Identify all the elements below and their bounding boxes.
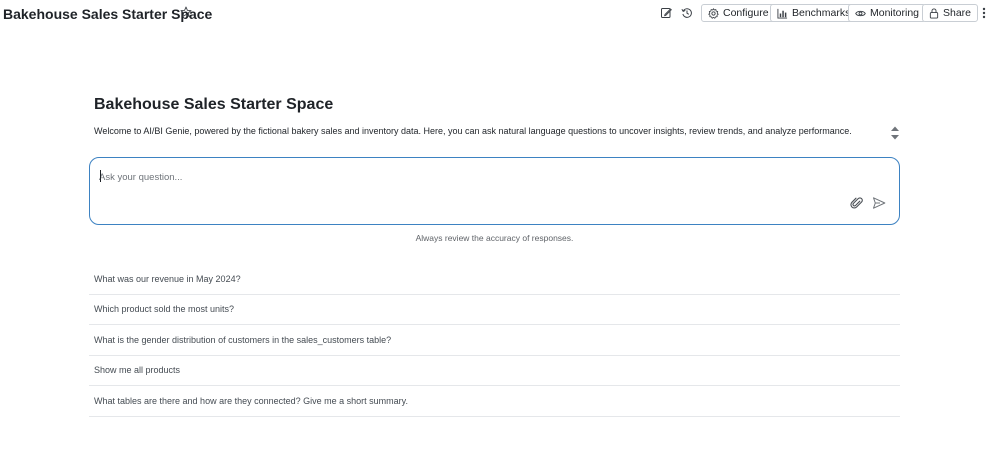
accuracy-disclaimer: Always review the accuracy of responses. (415, 233, 574, 243)
suggested-question[interactable]: Which product sold the most units? (89, 295, 900, 325)
suggested-question[interactable]: What tables are there and how are they c… (89, 386, 900, 417)
monitoring-label: Monitoring (870, 7, 920, 19)
benchmarks-button[interactable]: Benchmarks (770, 4, 858, 22)
edit-button[interactable] (657, 4, 675, 22)
benchmarks-label: Benchmarks (792, 7, 851, 19)
suggested-question[interactable]: Show me all products (89, 356, 900, 386)
page-title: Bakehouse Sales Starter Space (94, 96, 334, 113)
history-button[interactable] (678, 4, 696, 22)
eye-icon (855, 10, 866, 16)
question-input[interactable] (99, 169, 799, 185)
kebab-menu-icon (982, 7, 986, 19)
paperclip-icon[interactable] (850, 196, 864, 210)
bar-chart-icon (777, 8, 788, 19)
configure-button[interactable]: Configure (701, 4, 776, 22)
star-icon[interactable] (180, 6, 192, 18)
question-box (89, 157, 900, 225)
suggested-question[interactable]: What was our revenue in May 2024? (89, 264, 900, 295)
more-options-button[interactable] (975, 4, 993, 22)
send-icon[interactable] (872, 196, 886, 210)
gear-icon (708, 7, 719, 19)
monitoring-button[interactable]: Monitoring (848, 4, 927, 22)
text-cursor (100, 170, 101, 182)
configure-label: Configure (723, 7, 769, 19)
edit-icon (661, 8, 672, 18)
share-button[interactable]: Share (922, 4, 979, 22)
suggested-question[interactable]: What is the gender distribution of custo… (89, 325, 900, 356)
space-description: Welcome to AI/BI Genie, powered by the f… (94, 126, 852, 136)
suggested-questions-list: What was our revenue in May 2024? Which … (89, 264, 900, 417)
history-icon (681, 8, 692, 18)
share-label: Share (943, 7, 972, 19)
expand-collapse-icon[interactable] (889, 124, 901, 142)
lock-icon (929, 7, 939, 19)
top-bar: Bakehouse Sales Starter Space Configure (0, 0, 999, 28)
